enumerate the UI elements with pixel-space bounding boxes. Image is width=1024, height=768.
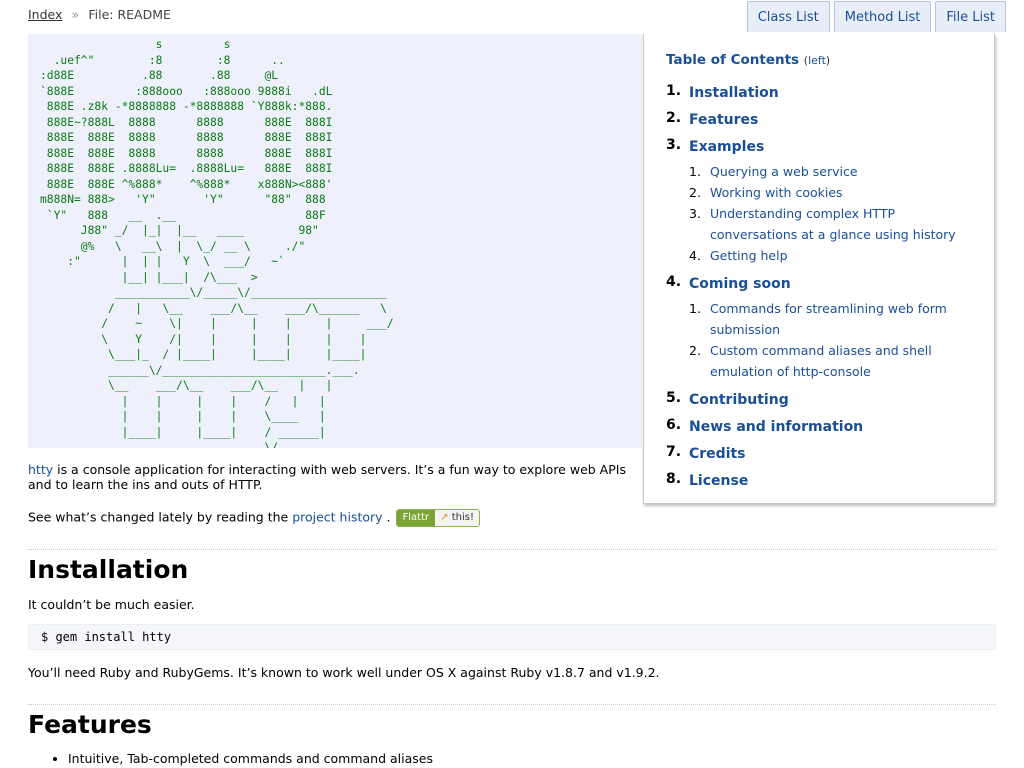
toc-sublink[interactable]: Getting help <box>710 248 788 263</box>
toc-subitem: 3. Understanding complex HTTP conversatio… <box>689 203 972 245</box>
toc-subitem-number: 2. <box>689 343 701 358</box>
toc-item: 6. News and information <box>666 416 972 436</box>
toc-item-number: 4. <box>666 274 682 290</box>
htty-link[interactable]: htty <box>28 462 53 477</box>
toc-list: 1. Installation 2. Features 3. Examples 1. Quer… <box>666 82 972 490</box>
toc-link[interactable]: Examples <box>689 139 764 155</box>
toc-link[interactable]: Installation <box>689 85 779 101</box>
toc-item: 1. Installation <box>666 82 972 102</box>
toc-subitem-number: 4. <box>689 248 701 263</box>
toc-item: 2. Features <box>666 109 972 129</box>
toc-link[interactable]: Coming soon <box>689 276 791 292</box>
breadcrumb-current: File: README <box>88 7 171 22</box>
toc-header: Table of Contents (left) <box>666 52 972 68</box>
installation-note: You’ll need Ruby and RubyGems. It’s know… <box>28 665 660 680</box>
list-item: Intuitive, Tab-completed commands and co… <box>68 751 433 766</box>
toc-item-number: 7. <box>666 444 682 460</box>
tab-class-list[interactable]: Class List <box>746 1 830 32</box>
toc-item: 4. Coming soon 1. Commands for streamlining… <box>666 273 972 382</box>
toc-toggle-left-link[interactable]: left <box>808 54 826 67</box>
toc-item-number: 5. <box>666 390 682 406</box>
toc-subitem: 2. Custom command aliases and shell emula… <box>689 340 972 382</box>
header: Index » File: README Class List Method L… <box>0 0 1024 34</box>
toc-toggle: (left) <box>803 54 831 67</box>
section-divider <box>28 704 996 705</box>
toc-title: Table of Contents <box>666 52 800 68</box>
toc-subitem: 1. Querying a web service <box>689 161 972 182</box>
breadcrumb-separator: » <box>71 8 80 23</box>
toc-subitem: 4. Getting help <box>689 245 972 266</box>
toc-link[interactable]: Credits <box>689 446 746 462</box>
toc-sublink[interactable]: Querying a web service <box>710 164 858 179</box>
toc-subitem-number: 1. <box>689 164 701 179</box>
tab-method-list[interactable]: Method List <box>833 1 932 32</box>
toc-sublink[interactable]: Custom command aliases and shell emulati… <box>710 343 932 379</box>
ascii-art-logo: s s .uef^" :8 :8 .. :d88E .88 .88 @L `88… <box>28 34 642 448</box>
toc-link[interactable]: Contributing <box>689 392 789 408</box>
toc-subitem-number: 1. <box>689 301 701 316</box>
table-of-contents: Table of Contents (left) 1. Installation 2… <box>643 34 995 504</box>
toc-item-number: 6. <box>666 417 682 433</box>
breadcrumb-index-link[interactable]: Index <box>28 7 62 22</box>
readme-content: htty is a console application for intera… <box>28 462 996 527</box>
installation-lead: It couldn’t be much easier. <box>28 597 195 612</box>
toc-sublist: 1. Commands for streamlining web form sub… <box>689 298 972 382</box>
toc-item: 7. Credits <box>666 443 972 463</box>
installation-heading: Installation <box>28 555 189 584</box>
toc-sublist: 1. Querying a web service 2. Working with c… <box>689 161 972 266</box>
nav-tabs: Class List Method List File List <box>746 1 1006 32</box>
features-list: Intuitive, Tab-completed commands and co… <box>48 751 433 766</box>
flattr-label: Flattr <box>396 510 436 526</box>
toc-item-number: 2. <box>666 110 682 126</box>
toc-item-number: 3. <box>666 137 682 153</box>
toc-subitem: 1. Commands for streamlining web form sub… <box>689 298 972 340</box>
toc-sublink[interactable]: Commands for streamlining web form submi… <box>710 301 947 337</box>
section-divider <box>28 549 996 550</box>
toc-subitem-number: 2. <box>689 185 701 200</box>
breadcrumb: Index » File: README <box>28 7 171 23</box>
flattr-button[interactable]: Flattr ↗ this! <box>395 509 480 527</box>
toc-link[interactable]: Features <box>689 112 758 128</box>
intro-paragraph: htty is a console application for intera… <box>28 462 626 492</box>
flattr-icon: ↗ <box>440 512 449 523</box>
toc-link[interactable]: News and information <box>689 419 863 435</box>
flattr-this: ↗ this! <box>435 510 479 526</box>
features-heading: Features <box>28 710 152 739</box>
toc-sublink[interactable]: Working with cookies <box>710 185 843 200</box>
history-paragraph: See what’s changed lately by reading the… <box>28 509 996 527</box>
toc-subitem-number: 3. <box>689 206 701 221</box>
toc-sublink[interactable]: Understanding complex HTTP conversations… <box>710 206 956 242</box>
toc-item: 3. Examples 1. Querying a web service 2. Work… <box>666 136 972 266</box>
install-code-block: $ gem install htty <box>28 624 996 650</box>
project-history-link[interactable]: project history <box>292 510 382 525</box>
toc-item-number: 1. <box>666 83 682 99</box>
toc-item: 5. Contributing <box>666 389 972 409</box>
toc-subitem: 2. Working with cookies <box>689 182 972 203</box>
tab-file-list[interactable]: File List <box>935 1 1006 32</box>
